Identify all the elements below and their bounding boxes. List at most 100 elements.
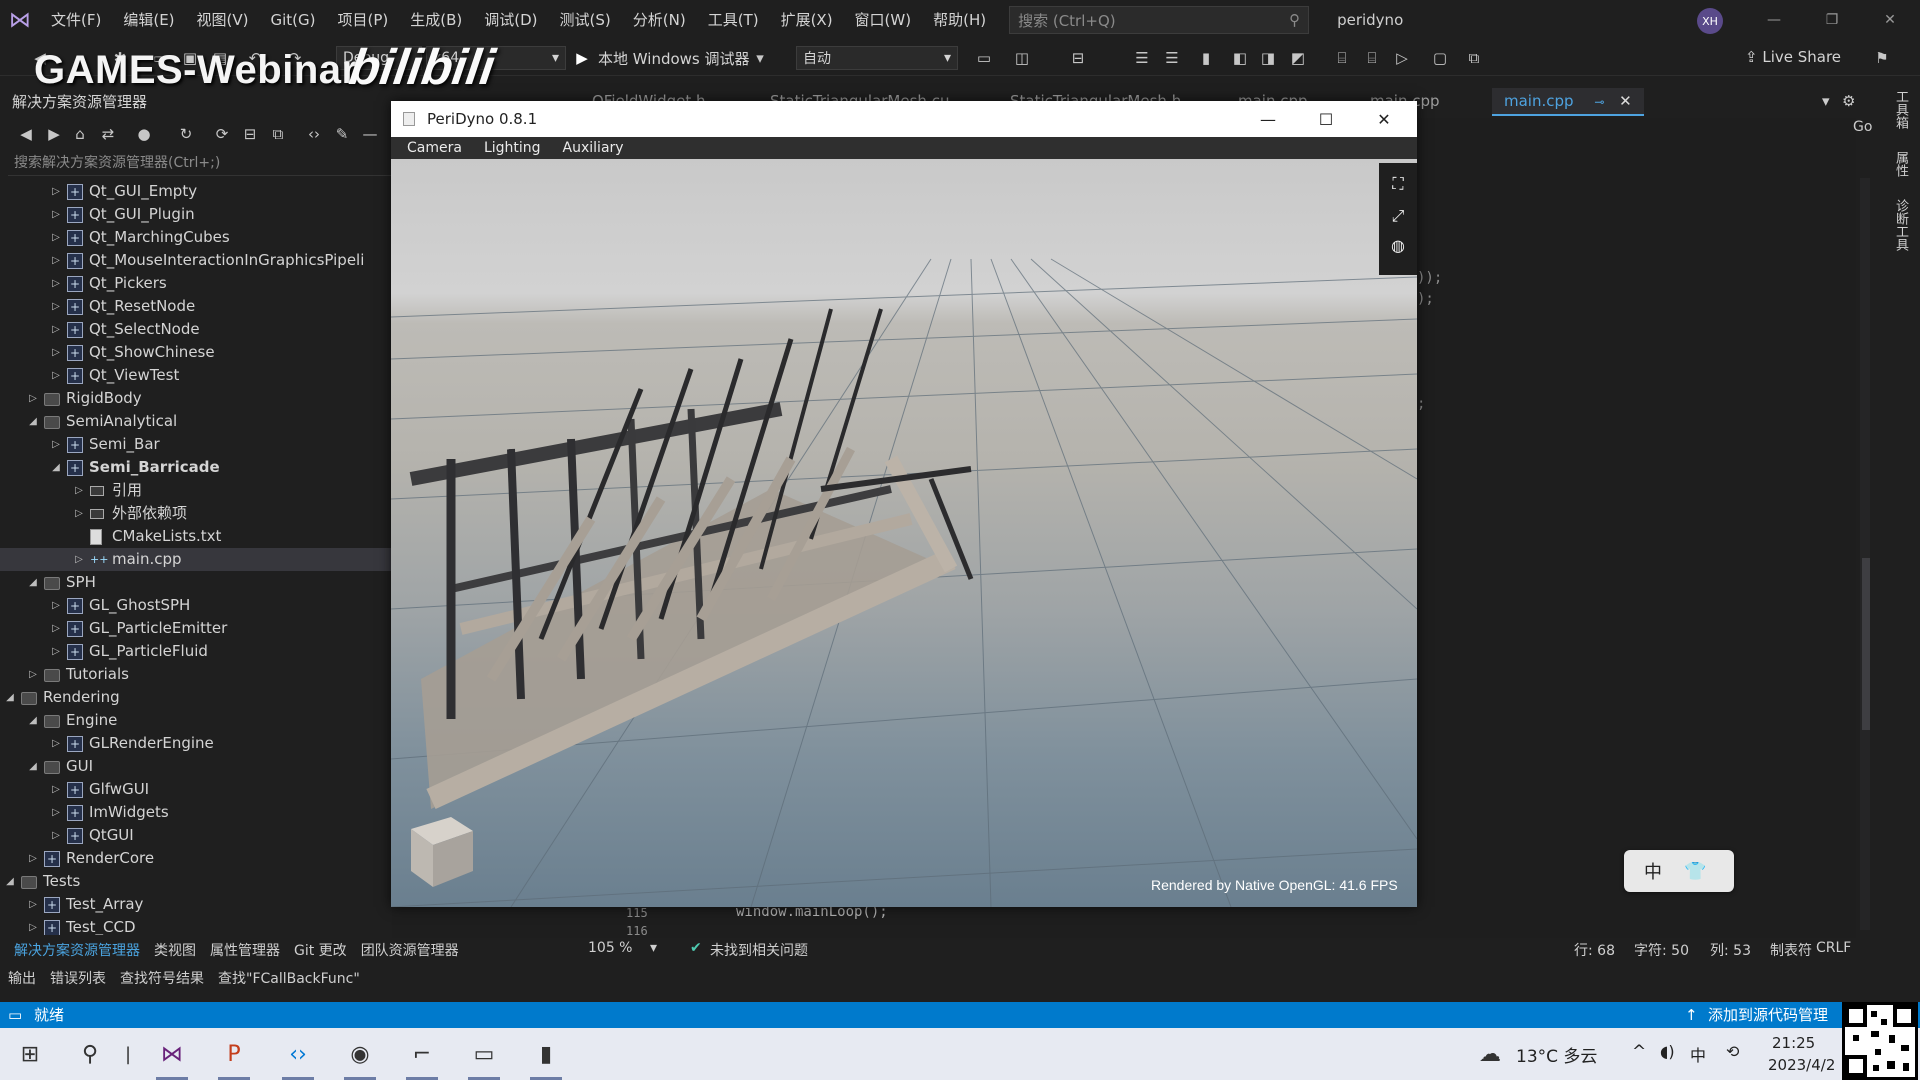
fit-view-icon[interactable]: ⛶ [1387,173,1409,195]
go-button[interactable]: Go [1853,119,1872,135]
bookmark-prev-icon[interactable]: ◧ [1230,48,1250,68]
obs-taskbar-icon[interactable]: ◉ [344,1038,376,1080]
extensions-icon[interactable]: ⧉ [1464,48,1484,68]
show-all-files-icon[interactable]: ⧉ [268,124,288,144]
collapse-arrow-icon[interactable]: ◢ [26,571,40,594]
side-tab-properties[interactable]: 属性 [1893,151,1908,177]
tree-item[interactable]: ▷ QtGUI [0,824,392,848]
build-icon[interactable]: ⌸ [1332,48,1352,68]
side-tab-diagnostics[interactable]: 诊断工具 [1893,199,1908,251]
history-icon[interactable]: ↻ [176,124,196,144]
bookmark-next-icon[interactable]: ◨ [1258,48,1278,68]
menu-help[interactable]: 帮助(H) [922,0,997,40]
collapse-arrow-icon[interactable]: ◢ [26,410,40,433]
expand-arrow-icon[interactable]: ▷ [49,180,63,203]
switch-view-icon[interactable]: ⇄ [98,124,118,144]
tree-item[interactable]: ▷ Tutorials [0,663,392,686]
add-to-source-control-button[interactable]: 添加到源代码管理 [1708,1002,1828,1028]
tree-item[interactable]: ▷ RigidBody [0,387,392,410]
menu-lighting[interactable]: Lighting [484,140,541,156]
powerpoint-taskbar-icon[interactable]: P [218,1038,250,1080]
user-avatar[interactable]: XH [1697,8,1723,34]
tree-item[interactable]: ◢ Engine [0,709,392,732]
tree-item[interactable]: ▷ GL_ParticleFluid [0,640,392,664]
expand-arrow-icon[interactable]: ▷ [49,249,63,272]
tree-item[interactable]: ▷ Test_CCD [0,916,392,935]
folder-icon[interactable]: ▭ [974,48,994,68]
tree-item[interactable]: ◢ SPH [0,571,392,594]
screenshot-icon[interactable]: ◫ [1012,48,1032,68]
expand-arrow-icon[interactable]: ▷ [49,732,63,755]
git-icon[interactable]: ● [134,124,154,144]
expand-arrow-icon[interactable]: ▷ [26,387,40,410]
code-editor-taskbar-icon[interactable]: ‹› [282,1038,314,1080]
bookmark-icon[interactable]: ▮ [1196,48,1216,68]
home-icon[interactable]: ⌂ [70,124,90,144]
expand-arrow-icon[interactable]: ▷ [49,594,63,617]
collapse-arrow-icon[interactable]: ◢ [49,456,63,479]
menu-view[interactable]: 视图(V) [186,0,260,40]
menu-analyze[interactable]: 分析(N) [622,0,697,40]
solution-icon[interactable]: ⊟ [1068,48,1088,68]
forward-icon[interactable]: ▶ [44,124,64,144]
properties-icon[interactable]: ✎ [332,124,352,144]
expand-arrow-icon[interactable]: ▷ [49,433,63,456]
menu-project[interactable]: 项目(P) [327,0,400,40]
render-viewport[interactable]: ⛶ ⤢ ◍ Rendered by Native OpenGL: 41.6 FP… [391,159,1417,907]
feedback-icon[interactable]: ⚑ [1872,48,1892,68]
minimize-button[interactable]: — [1239,101,1297,137]
menu-tools[interactable]: 工具(T) [697,0,770,40]
tree-item[interactable]: ▷ GLRenderEngine [0,732,392,756]
expand-arrow-icon[interactable]: ▷ [49,778,63,801]
tree-item[interactable]: ▷ Qt_GUI_Plugin [0,203,392,227]
editor-scrollbar[interactable] [1860,178,1870,930]
back-icon[interactable]: ◀ [16,124,36,144]
start-debug-icon[interactable]: ▶ [572,48,592,68]
expand-arrow-icon[interactable]: ▷ [26,847,40,870]
tree-item[interactable]: ◢ Semi_Barricade [0,456,392,480]
terminal-taskbar-icon[interactable]: ▭ [468,1038,500,1080]
zoom-select[interactable]: 105 % [588,940,632,956]
run-debugger-button[interactable]: 本地 Windows 调试器 [598,48,750,69]
expand-arrow-icon[interactable]: ▷ [26,663,40,686]
visual-studio-taskbar-icon[interactable]: ⋈ [156,1038,188,1080]
sync-icon[interactable]: ⟲ [1726,1042,1739,1061]
expand-arrow-icon[interactable]: ▷ [49,203,63,226]
collapse-arrow-icon[interactable]: ◢ [26,755,40,778]
chevron-down-icon[interactable]: ▾ [750,48,770,68]
tree-item[interactable]: ▷ Qt_Pickers [0,272,392,296]
tab-solution-explorer[interactable]: 解决方案资源管理器 [14,940,140,960]
expand-arrow-icon[interactable]: ▷ [49,824,63,847]
outdent-icon[interactable]: ☰ [1162,48,1182,68]
code-icon[interactable]: ‹› [304,124,324,144]
bookmark-clear-icon[interactable]: ◩ [1288,48,1308,68]
expand-arrow-icon[interactable]: ▷ [49,640,63,663]
restore-button[interactable]: ❐ [1803,0,1861,40]
tab-output[interactable]: 输出 [8,968,36,988]
side-tab-toolbox[interactable]: 工具箱 [1893,90,1908,129]
tab-git-changes[interactable]: Git 更改 [294,940,347,960]
expand-arrow-icon[interactable]: ▷ [49,341,63,364]
pin-icon[interactable]: ⊸ [1594,95,1604,109]
collapse-arrow-icon[interactable]: ◢ [3,686,17,709]
tab-mode[interactable]: 制表符 [1770,940,1812,960]
expand-icon[interactable]: ⤢ [1387,205,1409,227]
menu-file[interactable]: 文件(F) [40,0,112,40]
tree-item[interactable]: ▷ Qt_SelectNode [0,318,392,342]
peridyno-title-bar[interactable]: PeriDyno 0.8.1 — ☐ ✕ [391,101,1417,137]
tab-error-list[interactable]: 错误列表 [50,968,106,988]
weather-text[interactable]: 13°C 多云 [1516,1042,1597,1067]
expand-arrow-icon[interactable]: ▷ [26,916,40,935]
collapse-all-icon[interactable]: ⊟ [240,124,260,144]
maximize-button[interactable]: ☐ [1297,101,1355,137]
close-button[interactable]: ✕ [1355,101,1413,137]
settings-icon[interactable]: ⚙ [1842,92,1855,110]
ime-toolbar[interactable]: 中 👕 [1624,850,1734,892]
expand-arrow-icon[interactable]: ▷ [49,617,63,640]
tree-item[interactable]: ▷ 外部依赖项 [0,502,392,525]
menu-build[interactable]: 生成(B) [399,0,473,40]
input-method-icon[interactable]: 中 [1690,1042,1706,1066]
tab-find-results[interactable]: 查找"FCallBackFunc" [218,968,360,988]
peridyno-taskbar-icon[interactable]: ▮ [530,1038,562,1080]
editor-tab-active[interactable]: main.cpp ⊸ ✕ [1492,88,1644,116]
